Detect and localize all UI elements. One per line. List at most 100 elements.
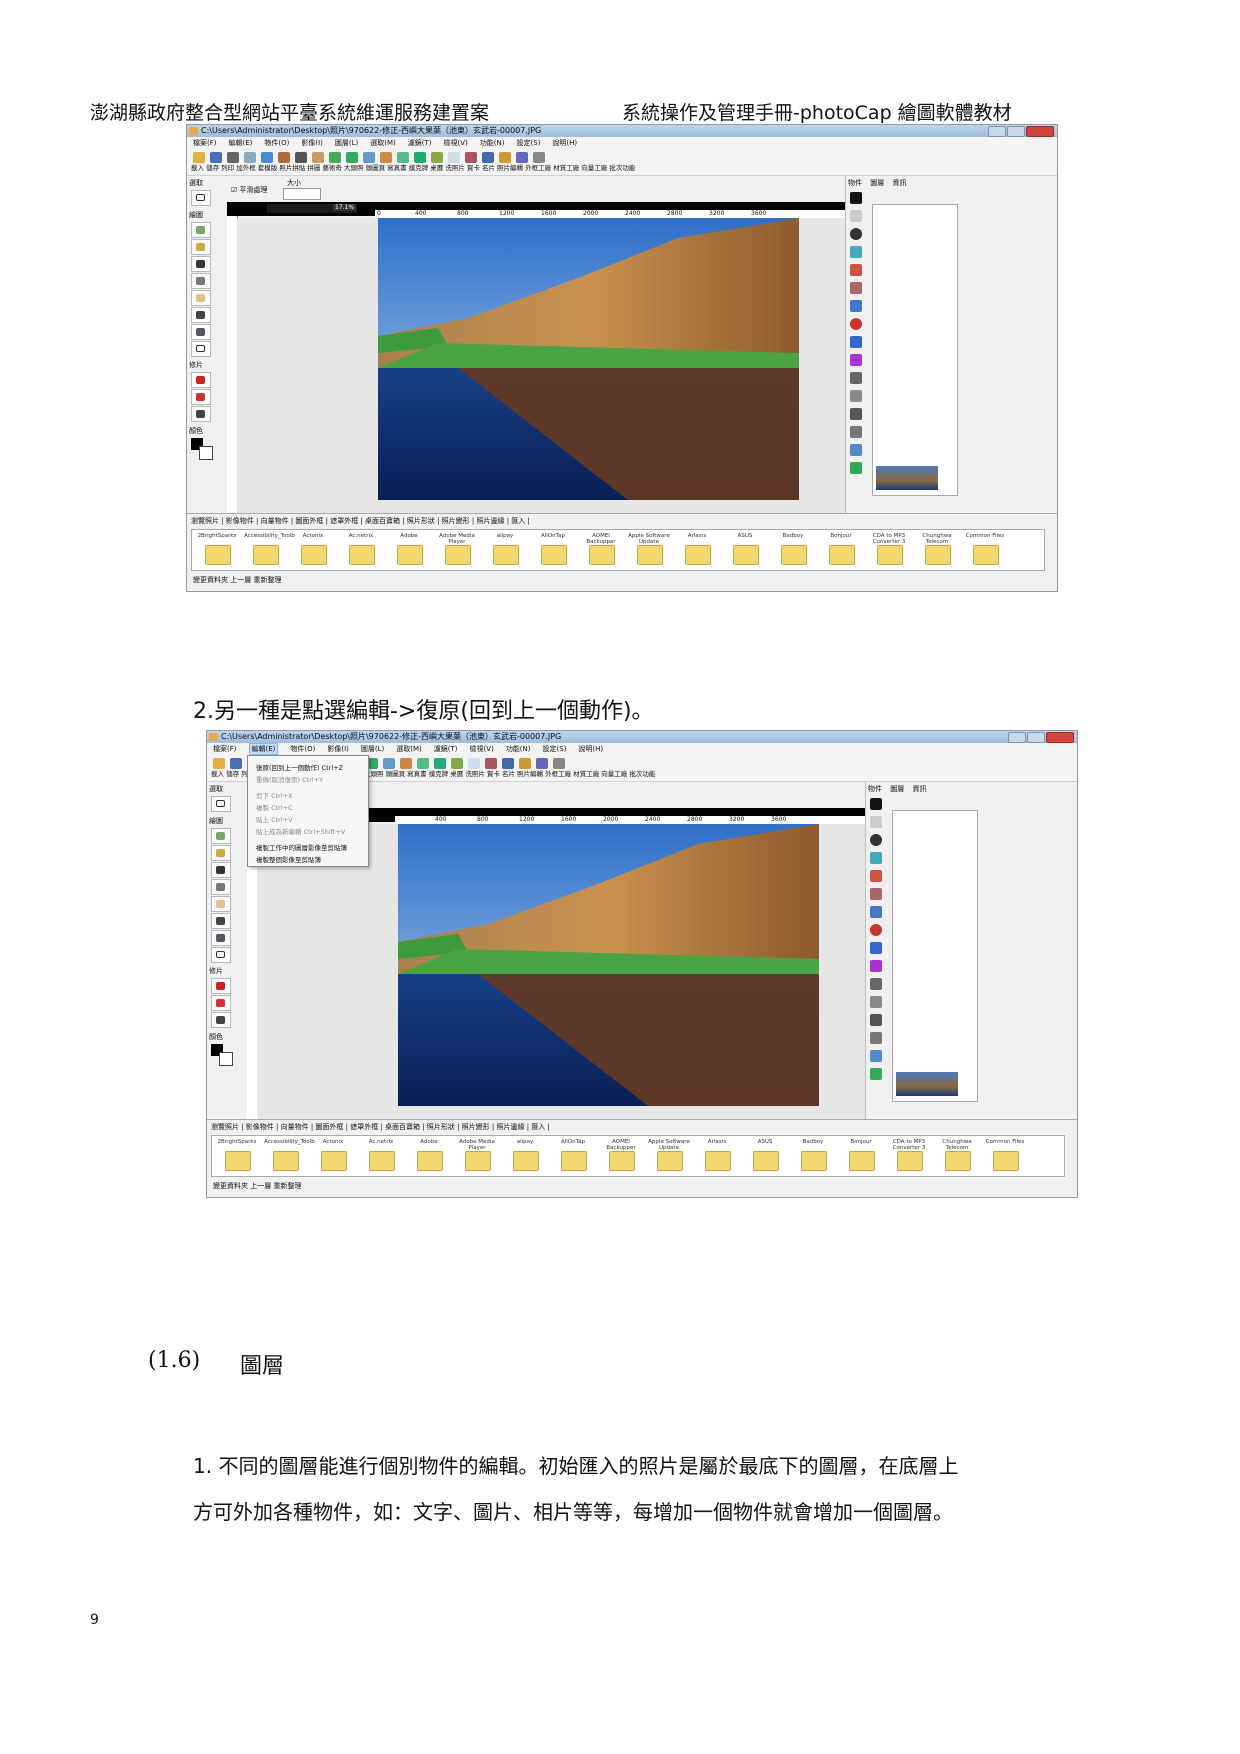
brush-tool[interactable] [211,828,231,844]
folder-item[interactable]: Bonjour [820,533,862,567]
layer-thumbnail[interactable] [896,1072,958,1096]
maximize-button[interactable] [1007,126,1025,137]
folder-item[interactable]: Bonjour [840,1139,882,1173]
menu-view[interactable]: 檢視(V) [470,743,494,755]
zoom-controls[interactable]: 17.1% [267,204,357,213]
menu-select[interactable]: 選取(M) [370,137,396,149]
folder-item[interactable]: AllOnTap [552,1139,594,1173]
menu-layer[interactable]: 圖層(L) [361,743,384,755]
menu-file[interactable]: 檔案(F) [193,137,217,149]
folder-item[interactable]: alipay [484,533,526,567]
menu-help[interactable]: 說明(H) [578,743,603,755]
hand-tool[interactable] [211,896,231,912]
fill-tool[interactable] [191,389,211,405]
folder-item[interactable]: AllOnTap [532,533,574,567]
folder-item[interactable]: alipay [504,1139,546,1173]
folder-item[interactable]: Adobe [408,1139,450,1173]
folder-item[interactable]: Chunghwa Telecom [916,533,958,567]
stamp-tool[interactable] [211,879,231,895]
folder-item[interactable]: 2BrightSparks [196,533,238,567]
folder-item[interactable]: Ac.netrix [360,1139,402,1173]
folder-item[interactable]: ASUS [724,533,766,567]
brush-tool[interactable] [191,222,211,238]
line-tool[interactable] [191,307,211,323]
folder-item[interactable]: ASUS [744,1139,786,1173]
size-input[interactable] [283,188,321,200]
layer-list[interactable] [872,204,958,496]
menu-object[interactable]: 物件(O) [290,743,315,755]
folder-item[interactable]: CDA to MP3 Converter 3 [888,1139,930,1173]
layer-thumbnail[interactable] [876,466,938,490]
folder-item[interactable]: Adobe [388,533,430,567]
folder-item[interactable]: Apple Software Update [648,1139,690,1173]
eyedropper-tool[interactable] [211,930,231,946]
folder-item[interactable]: Accessibility_Toolb [264,1139,315,1173]
folder-item[interactable]: Arlaxis [696,1139,738,1173]
redeye-tool[interactable] [211,978,231,994]
tab-layer[interactable]: 圖層 [890,785,904,793]
eyedropper-tool[interactable] [191,324,211,340]
smooth-checkbox[interactable]: ☑ 平滑處理 [231,185,268,195]
zoom-value[interactable]: 17.1% [333,204,357,211]
close-button[interactable] [1046,732,1074,743]
folder-item[interactable]: AOMEI Backupper [600,1139,642,1173]
menu-item-copy-layer[interactable]: 複製工作中的圖層影像至剪貼簿 [256,842,347,852]
menu-image[interactable]: 影像(I) [327,743,349,755]
menu-function[interactable]: 功能(N) [480,137,505,149]
status-bar[interactable]: 變更資料夾 上一層 重新整理 [187,571,1057,589]
folder-item[interactable]: Actonix [312,1139,354,1173]
background-color[interactable] [219,1052,233,1066]
menu-filter[interactable]: 濾鏡(T) [408,137,432,149]
folder-item[interactable]: Common Files [964,533,1006,567]
object-icons[interactable] [848,192,866,480]
shape-tool[interactable] [211,947,231,963]
menu-filter[interactable]: 濾鏡(T) [434,743,458,755]
maximize-button[interactable] [1027,732,1045,743]
folder-item[interactable]: Chunghwa Telecom [936,1139,978,1173]
clone-tool[interactable] [211,1012,231,1028]
stamp-tool[interactable] [191,273,211,289]
folder-item[interactable]: Common Files [984,1139,1026,1173]
bottom-tabs[interactable]: 瀏覽照片 | 影像物件 | 向量物件 | 圖面外框 | 遮罩外框 | 桌面百寶箱… [187,513,1057,528]
menu-item-copy[interactable]: 複製 Ctrl+C [256,802,293,812]
menu-item-cut[interactable]: 剪下 Ctrl+X [256,790,293,800]
menu-edit[interactable]: 編輯(E) [229,137,253,149]
menu-object[interactable]: 物件(O) [264,137,289,149]
hand-tool[interactable] [191,290,211,306]
folder-item[interactable]: Arlaxis [676,533,718,567]
menu-item-copy-image[interactable]: 複製整個影像至剪貼簿 [256,854,321,864]
menu-help[interactable]: 說明(H) [552,137,577,149]
folder-item[interactable]: Actonix [292,533,334,567]
pencil-tool[interactable] [191,239,211,255]
menu-layer[interactable]: 圖層(L) [335,137,358,149]
menu-image[interactable]: 影像(I) [301,137,323,149]
menu-item-paste[interactable]: 貼上 Ctrl+V [256,814,293,824]
minimize-button[interactable] [988,126,1006,137]
folder-item[interactable]: Badboy [772,533,814,567]
tab-layer[interactable]: 圖層 [870,179,884,187]
menu-edit[interactable]: 編輯(E) [248,743,279,755]
close-button[interactable] [1026,126,1054,137]
menu-file[interactable]: 檔案(F) [213,743,237,755]
tab-object[interactable]: 物件 [868,785,882,793]
pencil-tool[interactable] [211,845,231,861]
menu-settings[interactable]: 設定(S) [543,743,567,755]
menu-function[interactable]: 功能(N) [506,743,531,755]
folder-item[interactable]: Ac.netrix [340,533,382,567]
layer-list[interactable] [892,810,978,1102]
pen-tool[interactable] [211,862,231,878]
bottom-tabs[interactable]: 瀏覽照片 | 影像物件 | 向量物件 | 圖面外框 | 遮罩外框 | 桌面百寶箱… [207,1119,1077,1134]
folder-item[interactable]: Apple Software Update [628,533,670,567]
window-controls[interactable] [987,126,1054,137]
shape-tool[interactable] [191,341,211,357]
folder-item[interactable]: Accessibility_Toolb [244,533,295,567]
tab-object[interactable]: 物件 [848,179,862,187]
tab-info[interactable]: 資訊 [892,179,906,187]
clone-tool[interactable] [191,406,211,422]
rect-select-tool[interactable] [211,796,231,812]
pen-tool[interactable] [191,256,211,272]
status-bar[interactable]: 變更資料夾 上一層 重新整理 [207,1177,1077,1195]
fill-tool[interactable] [211,995,231,1011]
redeye-tool[interactable] [191,372,211,388]
line-tool[interactable] [211,913,231,929]
